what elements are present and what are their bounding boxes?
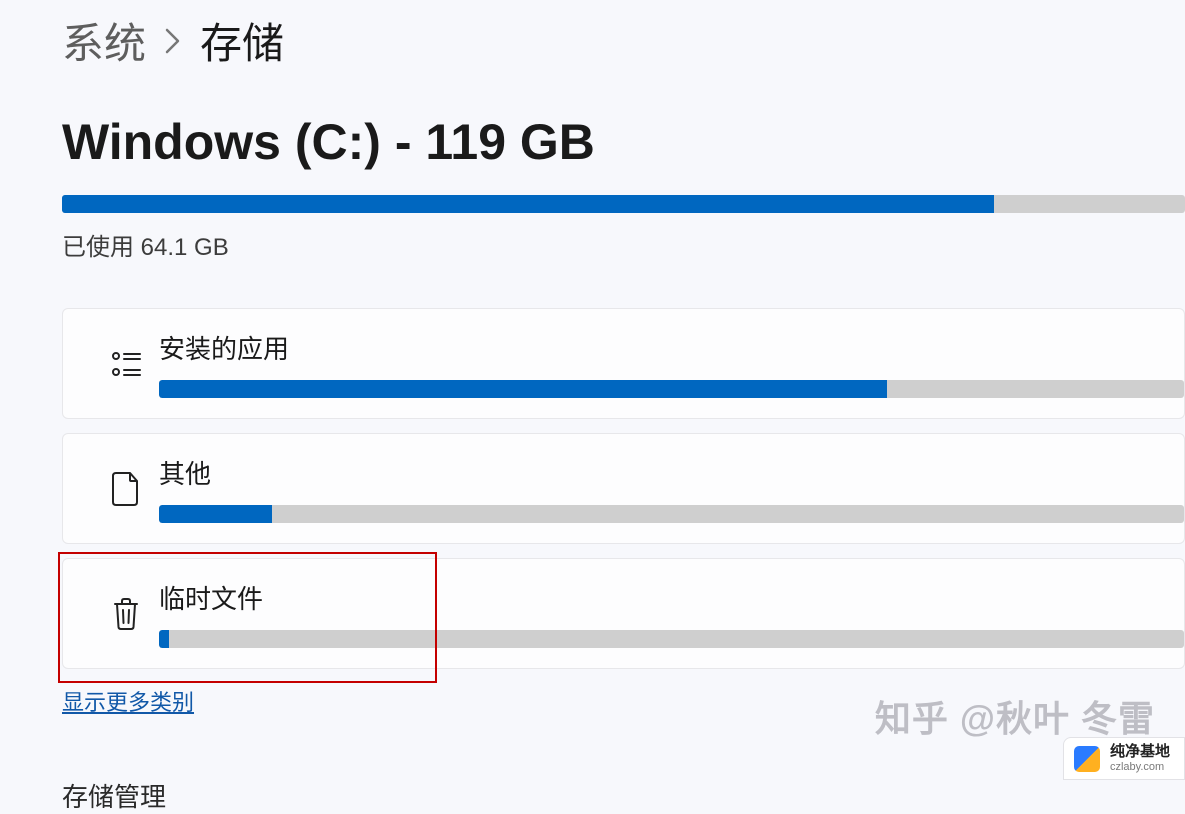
breadcrumb-current: 存储	[200, 10, 284, 71]
category-label: 临时文件	[159, 579, 1184, 616]
category-temp-files[interactable]: 临时文件	[62, 558, 1185, 669]
category-bar	[159, 505, 1184, 523]
drive-used-label: 已使用 64.1 GB	[62, 227, 1185, 262]
storage-management-heading: 存储管理	[62, 777, 1185, 814]
logo-subtitle: czlaby.com	[1110, 761, 1170, 773]
logo-title: 纯净基地	[1110, 744, 1170, 761]
chevron-right-icon	[164, 27, 182, 55]
drive-usage-bar	[62, 195, 1185, 213]
breadcrumb-parent[interactable]: 系统	[62, 10, 146, 71]
category-label: 安装的应用	[159, 329, 1184, 366]
apps-list-icon	[93, 347, 159, 381]
watermark-logo: 纯净基地 czlaby.com	[1063, 737, 1185, 780]
show-more-categories-link[interactable]: 显示更多类别	[62, 685, 194, 717]
category-bar-fill	[159, 380, 887, 398]
breadcrumb: 系统 存储	[62, 10, 1185, 71]
category-bar	[159, 380, 1184, 398]
category-bar-fill	[159, 505, 272, 523]
category-bar-fill	[159, 630, 169, 648]
category-other[interactable]: 其他	[62, 433, 1185, 544]
category-label: 其他	[159, 454, 1184, 491]
category-bar	[159, 630, 1184, 648]
drive-title: Windows (C:) - 119 GB	[62, 113, 1185, 171]
trash-icon	[93, 596, 159, 632]
drive-usage-fill	[62, 195, 994, 213]
file-icon	[93, 471, 159, 507]
category-installed-apps[interactable]: 安装的应用	[62, 308, 1185, 419]
logo-icon	[1074, 746, 1100, 772]
